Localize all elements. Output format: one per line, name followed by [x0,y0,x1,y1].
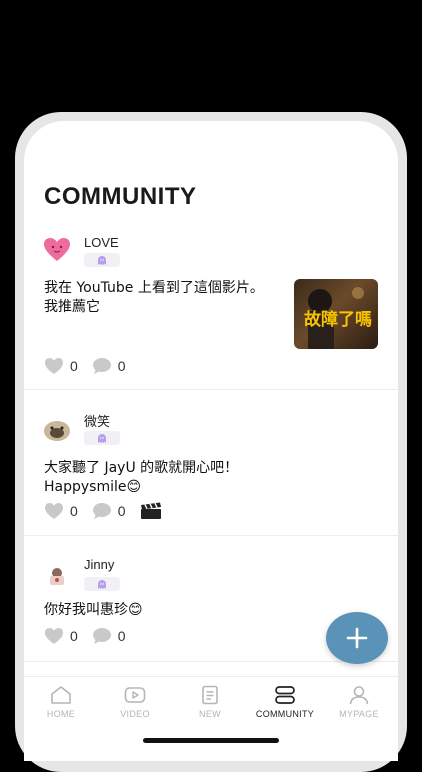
document-icon [202,685,218,705]
comment-count: 0 [117,503,126,519]
tab-label: HOME [46,709,76,719]
plus-icon [346,627,368,649]
community-screen: COMMUNITY LOVE 我在 YouTube 上看到了這個影片。我推薦它 [24,121,398,761]
comment-stat[interactable]: 0 [92,502,126,520]
avatar[interactable] [42,415,72,445]
community-icon [275,686,295,704]
comment-icon [92,628,111,644]
post-stats: 0 0 [44,357,140,375]
bear-avatar-icon [50,568,64,585]
username[interactable]: 微笑 [84,411,110,430]
avatar[interactable] [42,235,72,265]
post-text: 大家聽了 JayU 的歌就開心吧！Happysmile😊 [44,460,239,495]
tab-video[interactable]: VIDEO [98,685,172,725]
username[interactable]: Jinny [84,557,114,572]
tab-home[interactable]: HOME [24,685,98,725]
user-badge [84,431,120,445]
username[interactable]: LOVE [84,235,119,250]
video-thumbnail[interactable]: 故障了嗎 [294,279,378,349]
comment-stat[interactable]: 0 [92,357,126,375]
post-text: 你好我叫惠珍😊 [44,602,143,618]
like-count: 0 [70,628,78,644]
home-indicator [143,738,279,743]
divider [24,389,398,390]
video-play-icon [124,687,146,703]
tab-label: NEW [199,709,221,719]
thumbnail-caption: 故障了嗎 [304,310,372,330]
post-stats: 0 0 [44,627,140,645]
tab-mypage[interactable]: MYPAGE [322,685,396,725]
divider [24,535,398,536]
like-count: 0 [70,358,78,374]
user-icon [349,686,369,705]
post-text: 我在 YouTube 上看到了這個影片。我推薦它 [44,280,264,315]
like-stat[interactable]: 0 [44,627,78,645]
comment-count: 0 [117,358,126,374]
home-icon [51,686,71,704]
ghost-icon [98,433,106,443]
heart-icon [45,628,63,644]
pink-heart-avatar-icon [44,238,70,261]
like-count: 0 [70,503,78,519]
like-stat[interactable]: 0 [44,357,78,375]
comment-icon [92,358,111,374]
heart-icon [45,503,63,519]
tab-new[interactable]: NEW [173,685,247,725]
post-stats: 0 0 [44,502,162,520]
tab-label: COMMUNITY [255,709,315,719]
user-badge [84,577,120,591]
comment-stat[interactable]: 0 [92,627,126,645]
add-post-button[interactable] [326,612,388,664]
tab-label: VIDEO [120,709,150,719]
tab-community[interactable]: COMMUNITY [248,685,322,725]
pug-avatar-icon [44,421,70,441]
ghost-icon [98,255,106,265]
post-card[interactable]: LOVE 我在 YouTube 上看到了這個影片。我推薦它 故障了嗎 0 0 [24,229,398,389]
page-title: COMMUNITY [44,183,197,210]
comment-icon [92,503,111,519]
heart-icon [45,358,63,374]
video-attached-icon [140,502,162,520]
comment-count: 0 [117,628,126,644]
tab-label: MYPAGE [339,709,379,719]
user-badge [84,253,120,267]
like-stat[interactable]: 0 [44,502,78,520]
post-card[interactable]: 微笑 大家聽了 JayU 的歌就開心吧！Happysmile😊 0 0 [24,409,398,535]
ghost-icon [98,579,106,589]
avatar[interactable] [42,561,72,591]
